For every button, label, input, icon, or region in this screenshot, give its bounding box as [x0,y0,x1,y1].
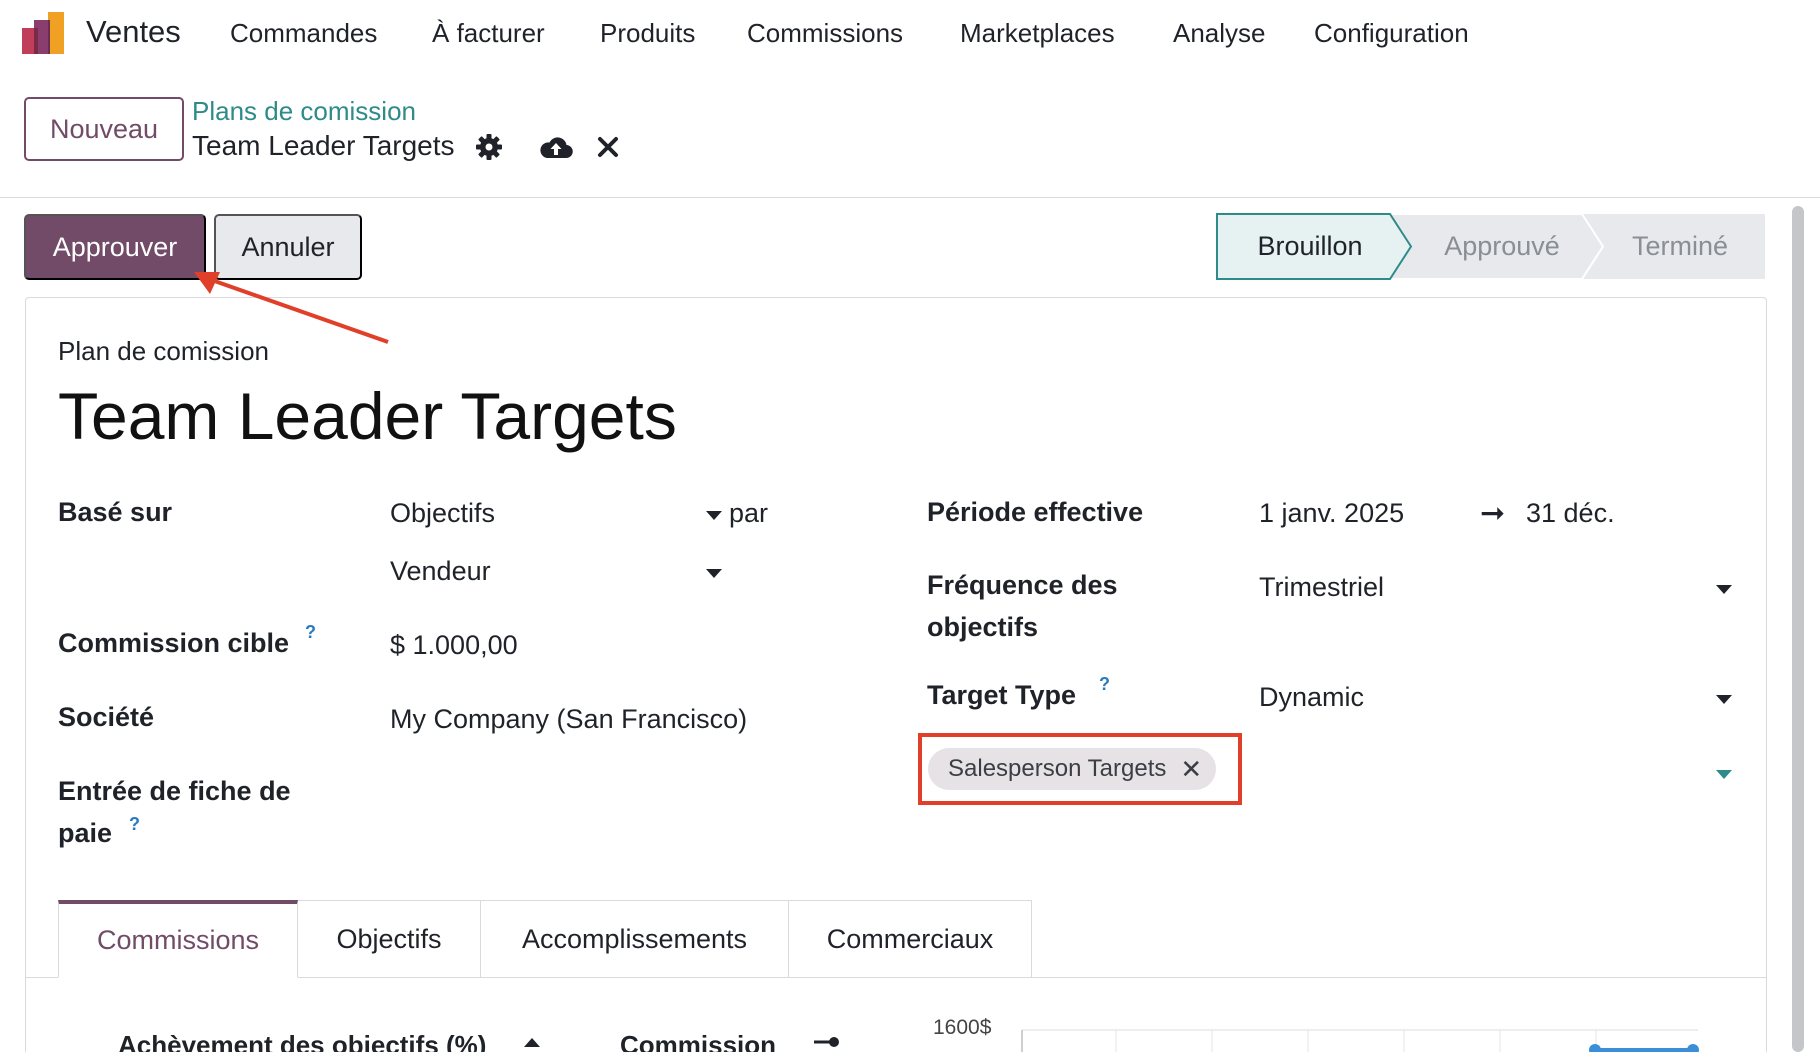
target-commission-help-icon[interactable]: ? [305,622,316,643]
company-label: Société [58,702,155,732]
target-type-label: Target Type [927,680,1077,710]
target-type-select[interactable]: Dynamic [1259,682,1364,713]
frequency-caret-icon[interactable] [1716,585,1732,594]
status-stage-brouillon[interactable]: Brouillon [1216,213,1404,280]
commission-chart [1021,1029,1699,1052]
menu-a-facturer[interactable]: À facturer [432,18,545,49]
period-arrow-icon: ➞ [1480,497,1506,530]
period-start-field[interactable]: 1 janv. 2025 [1259,498,1404,529]
menu-commissions[interactable]: Commissions [747,18,903,49]
tags-caret-icon[interactable] [1716,770,1732,779]
app-name[interactable]: Ventes [86,14,181,50]
target-type-help-icon[interactable]: ? [1099,674,1110,695]
menu-configuration[interactable]: Configuration [1314,18,1469,49]
chart-tick-top: 1600$ [933,1016,992,1039]
widget-handle-icon[interactable] [812,1034,842,1052]
per-select[interactable]: Vendeur [390,556,491,587]
status-bar: Brouillon Approuvé Terminé [1216,213,1766,280]
tab-commerciaux[interactable]: Commerciaux [789,900,1032,978]
target-commission-label: Commission cible [58,628,290,658]
highlight-box [918,733,1242,805]
plan-name-field[interactable]: Team Leader Targets [58,378,677,454]
app-logo-icon[interactable] [20,10,68,56]
frequency-select[interactable]: Trimestriel [1259,572,1384,603]
target-type-caret-icon[interactable] [1716,695,1732,704]
frequency-label-line1: Fréquence des [927,570,1118,600]
target-commission-field[interactable]: $ 1.000,00 [390,630,518,661]
close-icon[interactable] [594,132,622,162]
column-achievement-header[interactable]: Achèvement des objectifs (%) [118,1030,486,1052]
breadcrumb-parent-link[interactable]: Plans de comission [192,96,416,127]
control-panel: Nouveau Plans de comission Team Leader T… [0,68,1820,198]
per-caret-icon[interactable] [706,569,722,578]
new-button[interactable]: Nouveau [24,97,184,161]
tab-accomplissements[interactable]: Accomplissements [481,900,789,978]
period-label: Période effective [927,497,1144,527]
company-field[interactable]: My Company (San Francisco) [390,704,747,735]
gear-icon[interactable] [474,132,504,162]
notebook-tabs: Commissions Objectifs Accomplissements C… [58,900,1032,978]
payslip-label-line2: paie [58,818,113,848]
payslip-help-icon[interactable]: ? [129,814,140,835]
per-label: par [729,498,769,528]
approve-button[interactable]: Approuver [24,214,206,280]
breadcrumb-current: Team Leader Targets [192,130,455,161]
menu-analyse[interactable]: Analyse [1173,18,1266,49]
period-end-field[interactable]: 31 déc. [1526,498,1615,529]
annotation-arrow-icon [194,272,389,344]
status-stage-approuve[interactable]: Approuvé [1412,213,1592,280]
top-navbar: Ventes Commandes À facturer Produits Com… [0,0,1820,68]
based-on-caret-icon[interactable] [706,511,722,520]
based-on-label: Basé sur [58,497,173,527]
scrollbar-thumb[interactable] [1792,206,1804,1052]
menu-marketplaces[interactable]: Marketplaces [960,18,1115,49]
menu-commandes[interactable]: Commandes [230,18,377,49]
status-stage-termine[interactable]: Terminé [1594,213,1766,280]
frequency-label-line2: objectifs [927,612,1039,642]
tab-commissions[interactable]: Commissions [58,900,298,978]
cloud-upload-icon[interactable] [538,132,574,162]
tab-objectifs[interactable]: Objectifs [298,900,481,978]
menu-produits[interactable]: Produits [600,18,695,49]
sort-asc-icon[interactable] [524,1038,540,1047]
based-on-select[interactable]: Objectifs [390,498,495,529]
column-commission-header[interactable]: Commission [620,1030,776,1052]
payslip-label-line1: Entrée de fiche de [58,776,291,806]
